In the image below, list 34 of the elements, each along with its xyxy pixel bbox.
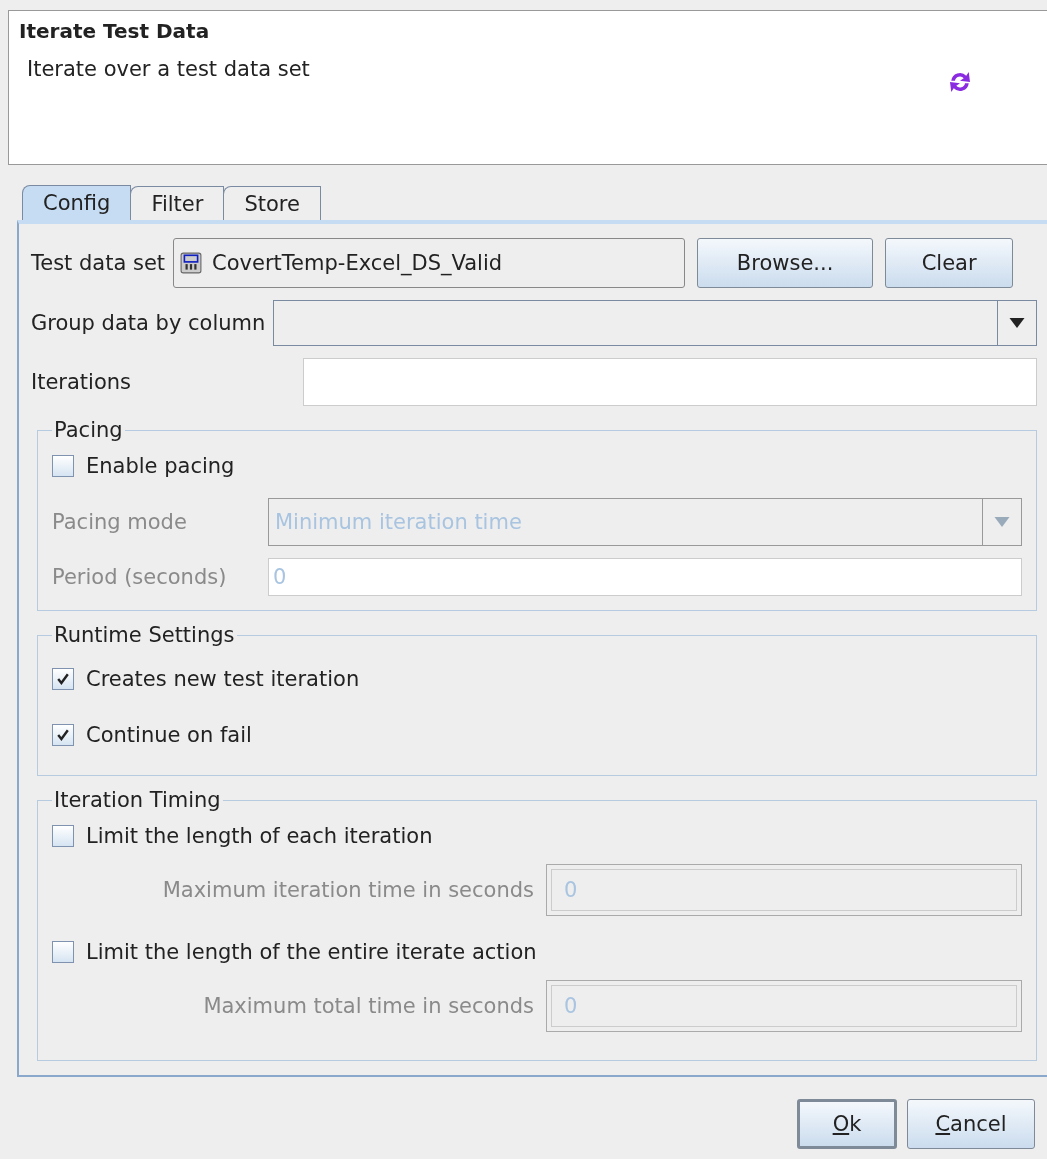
cancel-button[interactable]: Cancel <box>907 1099 1035 1149</box>
field-label: Maximum iteration time in seconds <box>162 878 534 902</box>
checkbox-label: Limit the length of the entire iterate action <box>86 940 537 964</box>
checkbox-label: Enable pacing <box>86 454 235 478</box>
checkbox[interactable] <box>52 455 74 477</box>
checkmark-icon <box>55 671 71 687</box>
checkbox[interactable] <box>52 724 74 746</box>
ok-button[interactable]: Ok <box>797 1099 897 1149</box>
description: Iterate over a test data set <box>27 57 311 81</box>
column-dropdown[interactable] <box>273 300 1037 346</box>
field-label: Group data by column <box>31 311 266 335</box>
clear-button[interactable]: Clear <box>885 238 1014 288</box>
checkbox-label: Continue on fail <box>86 723 252 747</box>
table-icon <box>180 252 203 274</box>
iterations-field[interactable] <box>303 358 1037 406</box>
field-label: Iterations <box>31 370 133 394</box>
browse-button[interactable]: Browse... <box>697 238 874 288</box>
group-title: Iteration Timing <box>53 788 222 812</box>
field-label: Test data set <box>31 251 166 275</box>
field-label: Pacing mode <box>52 510 188 534</box>
group-title: Pacing <box>53 418 124 442</box>
field-label: Maximum total time in seconds <box>203 994 534 1018</box>
dialog-title: Iterate Test Data <box>19 19 211 43</box>
tab[interactable]: Store <box>223 186 321 220</box>
data-set-field[interactable]: CovertTemp-Excel_DS_Valid <box>173 238 686 288</box>
dropdown-arrow-icon <box>994 517 1010 527</box>
checkmark-icon <box>55 727 71 743</box>
field-label: Period (seconds) <box>52 565 228 589</box>
tab[interactable]: Config <box>22 185 132 220</box>
group-title: Runtime Settings <box>53 623 236 647</box>
checkbox-label: Creates new test iteration <box>86 667 360 691</box>
dropdown-arrow-icon <box>1009 318 1025 328</box>
checkbox-label: Limit the length of each iteration <box>86 824 433 848</box>
checkbox[interactable] <box>52 668 74 690</box>
